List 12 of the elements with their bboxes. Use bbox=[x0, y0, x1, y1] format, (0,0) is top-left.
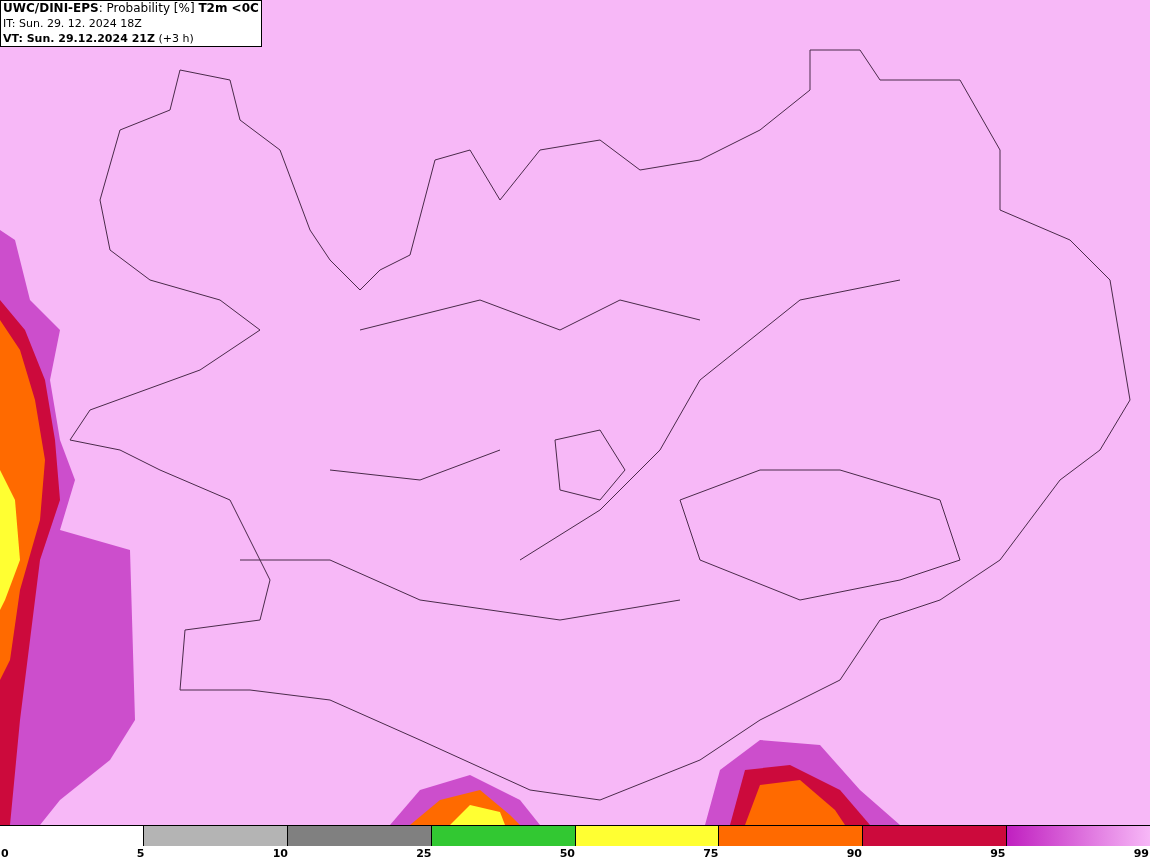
legend-label: 75 bbox=[703, 846, 719, 862]
legend-label: 10 bbox=[272, 846, 288, 862]
initial-time: IT: Sun. 29. 12. 2024 18Z bbox=[3, 16, 143, 31]
legend-label: 25 bbox=[416, 846, 432, 862]
valid-time: VT: Sun. 29.12.2024 21Z (+3 h) bbox=[3, 31, 195, 46]
legend-label: 95 bbox=[990, 846, 1006, 862]
chart-title: UWC/DINI-EPS: Probability [%] T2m <0C bbox=[3, 1, 259, 16]
legend-label: 90 bbox=[846, 846, 862, 862]
legend-label: 0 bbox=[1, 846, 9, 862]
legend-label: 50 bbox=[559, 846, 575, 862]
legend-label: 99 bbox=[1133, 846, 1149, 862]
legend-label: 5 bbox=[136, 846, 145, 862]
